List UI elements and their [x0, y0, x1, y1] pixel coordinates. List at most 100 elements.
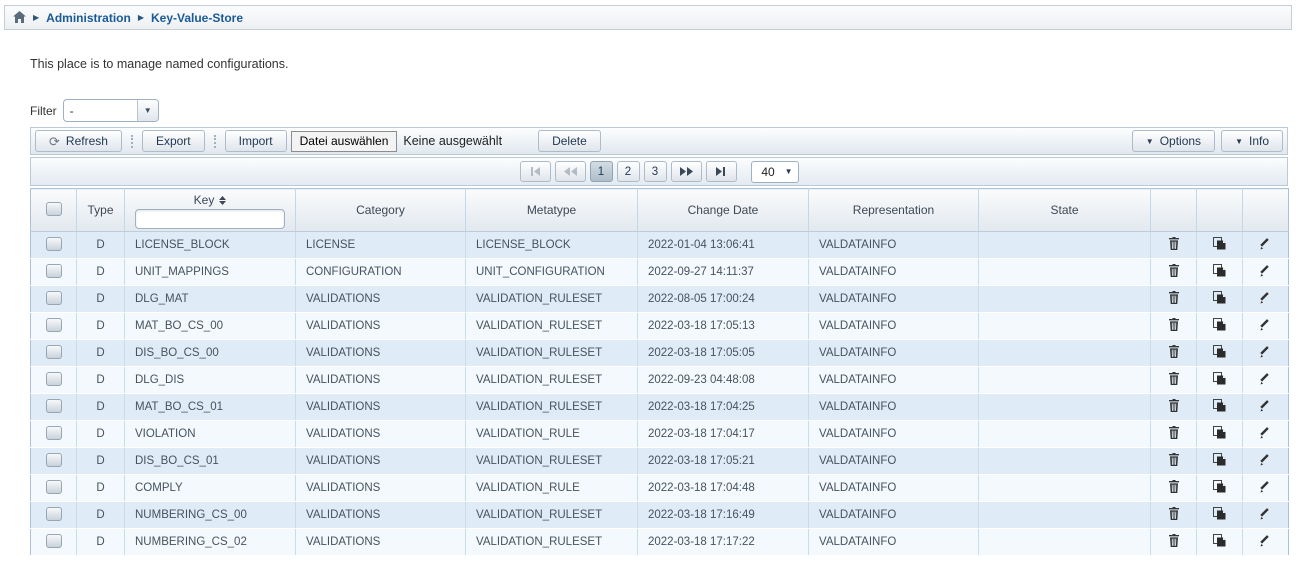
cell-change-date: 2022-03-18 17:05:05: [638, 340, 809, 367]
edit-row-icon[interactable]: [1260, 427, 1272, 439]
cell-type: D: [77, 259, 125, 286]
toolbar-right-group: ▼ Options ▼ Info: [1132, 130, 1283, 152]
delete-row-icon[interactable]: [1168, 291, 1180, 304]
edit-row-icon[interactable]: [1260, 454, 1272, 466]
copy-row-icon[interactable]: [1213, 237, 1226, 250]
home-icon[interactable]: [13, 11, 26, 23]
table-row[interactable]: D COMPLY VALIDATIONS VALIDATION_RULE 202…: [31, 475, 1289, 502]
row-checkbox[interactable]: [46, 534, 62, 548]
key-filter-input[interactable]: [135, 209, 285, 229]
first-page-icon: [530, 167, 541, 176]
select-all-checkbox[interactable]: [46, 202, 62, 216]
row-checkbox[interactable]: [46, 264, 62, 278]
table-row[interactable]: D NUMBERING_CS_00 VALIDATIONS VALIDATION…: [31, 502, 1289, 529]
paginator-page-2[interactable]: 2: [617, 161, 640, 182]
row-checkbox[interactable]: [46, 399, 62, 413]
edit-row-icon[interactable]: [1260, 346, 1272, 358]
delete-row-icon[interactable]: [1168, 534, 1180, 547]
row-checkbox[interactable]: [46, 453, 62, 467]
table-row[interactable]: D MAT_BO_CS_01 VALIDATIONS VALIDATION_RU…: [31, 394, 1289, 421]
edit-row-icon[interactable]: [1260, 319, 1272, 331]
column-header-metatype: Metatype: [466, 189, 638, 232]
cell-representation: VALDATAINFO: [809, 367, 979, 394]
row-checkbox[interactable]: [46, 480, 62, 494]
file-choose-button-label: Datei auswählen: [300, 134, 389, 148]
table-row[interactable]: D DIS_BO_CS_00 VALIDATIONS VALIDATION_RU…: [31, 340, 1289, 367]
paginator-prev-button[interactable]: [555, 161, 586, 182]
table-row[interactable]: D DLG_DIS VALIDATIONS VALIDATION_RULESET…: [31, 367, 1289, 394]
copy-row-icon[interactable]: [1213, 264, 1226, 277]
refresh-button[interactable]: ⟳ Refresh: [35, 130, 122, 152]
delete-row-icon[interactable]: [1168, 507, 1180, 520]
table-row[interactable]: D DLG_MAT VALIDATIONS VALIDATION_RULESET…: [31, 286, 1289, 313]
row-checkbox[interactable]: [46, 426, 62, 440]
table-row[interactable]: D UNIT_MAPPINGS CONFIGURATION UNIT_CONFI…: [31, 259, 1289, 286]
row-checkbox[interactable]: [46, 237, 62, 251]
edit-row-icon[interactable]: [1260, 535, 1272, 547]
copy-row-icon[interactable]: [1213, 345, 1226, 358]
edit-row-icon[interactable]: [1260, 400, 1272, 412]
delete-row-icon[interactable]: [1168, 318, 1180, 331]
row-checkbox[interactable]: [46, 372, 62, 386]
row-checkbox[interactable]: [46, 345, 62, 359]
page-size-select[interactable]: 40 ▼: [751, 161, 799, 183]
paginator-last-button[interactable]: [706, 161, 737, 182]
copy-row-icon[interactable]: [1213, 318, 1226, 331]
row-checkbox[interactable]: [46, 507, 62, 521]
edit-row-icon[interactable]: [1260, 373, 1272, 385]
delete-row-icon[interactable]: [1168, 372, 1180, 385]
cell-change-date: 2022-03-18 17:04:25: [638, 394, 809, 421]
delete-row-icon[interactable]: [1168, 345, 1180, 358]
copy-row-icon[interactable]: [1213, 372, 1226, 385]
delete-button[interactable]: Delete: [538, 130, 601, 152]
delete-row-icon[interactable]: [1168, 453, 1180, 466]
copy-row-icon[interactable]: [1213, 453, 1226, 466]
edit-row-icon[interactable]: [1260, 508, 1272, 520]
cell-category: VALIDATIONS: [296, 367, 466, 394]
breadcrumb-item-administration[interactable]: Administration: [46, 11, 131, 25]
edit-row-icon[interactable]: [1260, 292, 1272, 304]
table-row[interactable]: D NUMBERING_CS_02 VALIDATIONS VALIDATION…: [31, 529, 1289, 556]
file-choose-button[interactable]: Datei auswählen: [291, 131, 398, 152]
delete-row-icon[interactable]: [1168, 399, 1180, 412]
row-checkbox[interactable]: [46, 291, 62, 305]
info-menu-button[interactable]: ▼ Info: [1221, 130, 1283, 152]
cell-metatype: VALIDATION_RULE: [466, 421, 638, 448]
delete-row-icon[interactable]: [1168, 264, 1180, 277]
paginator-page-1[interactable]: 1: [590, 161, 613, 182]
next-page-icon: [680, 167, 693, 176]
paginator-next-button[interactable]: [671, 161, 702, 182]
filter-dropdown[interactable]: - ▼: [63, 99, 159, 122]
copy-row-icon[interactable]: [1213, 480, 1226, 493]
column-header-key[interactable]: Key: [194, 193, 227, 207]
export-button[interactable]: Export: [142, 130, 205, 152]
copy-row-icon[interactable]: [1213, 534, 1226, 547]
delete-row-icon[interactable]: [1168, 426, 1180, 439]
chevron-down-icon[interactable]: ▼: [137, 100, 158, 121]
options-menu-button[interactable]: ▼ Options: [1132, 130, 1215, 152]
cell-key: DIS_BO_CS_01: [125, 448, 296, 475]
table-row[interactable]: D LICENSE_BLOCK LICENSE LICENSE_BLOCK 20…: [31, 232, 1289, 259]
cell-type: D: [77, 313, 125, 340]
table-row[interactable]: D VIOLATION VALIDATIONS VALIDATION_RULE …: [31, 421, 1289, 448]
edit-row-icon[interactable]: [1260, 481, 1272, 493]
copy-row-icon[interactable]: [1213, 507, 1226, 520]
import-button-label: Import: [239, 134, 273, 148]
breadcrumb-item-key-value-store[interactable]: Key-Value-Store: [151, 11, 243, 25]
paginator-page-3[interactable]: 3: [644, 161, 667, 182]
delete-row-icon[interactable]: [1168, 237, 1180, 250]
copy-row-icon[interactable]: [1213, 291, 1226, 304]
edit-row-icon[interactable]: [1260, 265, 1272, 277]
copy-row-icon[interactable]: [1213, 426, 1226, 439]
row-checkbox[interactable]: [46, 318, 62, 332]
table-row[interactable]: D DIS_BO_CS_01 VALIDATIONS VALIDATION_RU…: [31, 448, 1289, 475]
sort-icon: [219, 196, 226, 205]
paginator-first-button[interactable]: [520, 161, 551, 182]
copy-row-icon[interactable]: [1213, 399, 1226, 412]
import-button[interactable]: Import: [225, 130, 287, 152]
column-header-representation: Representation: [809, 189, 979, 232]
cell-key: COMPLY: [125, 475, 296, 502]
delete-row-icon[interactable]: [1168, 480, 1180, 493]
edit-row-icon[interactable]: [1260, 238, 1272, 250]
table-row[interactable]: D MAT_BO_CS_00 VALIDATIONS VALIDATION_RU…: [31, 313, 1289, 340]
